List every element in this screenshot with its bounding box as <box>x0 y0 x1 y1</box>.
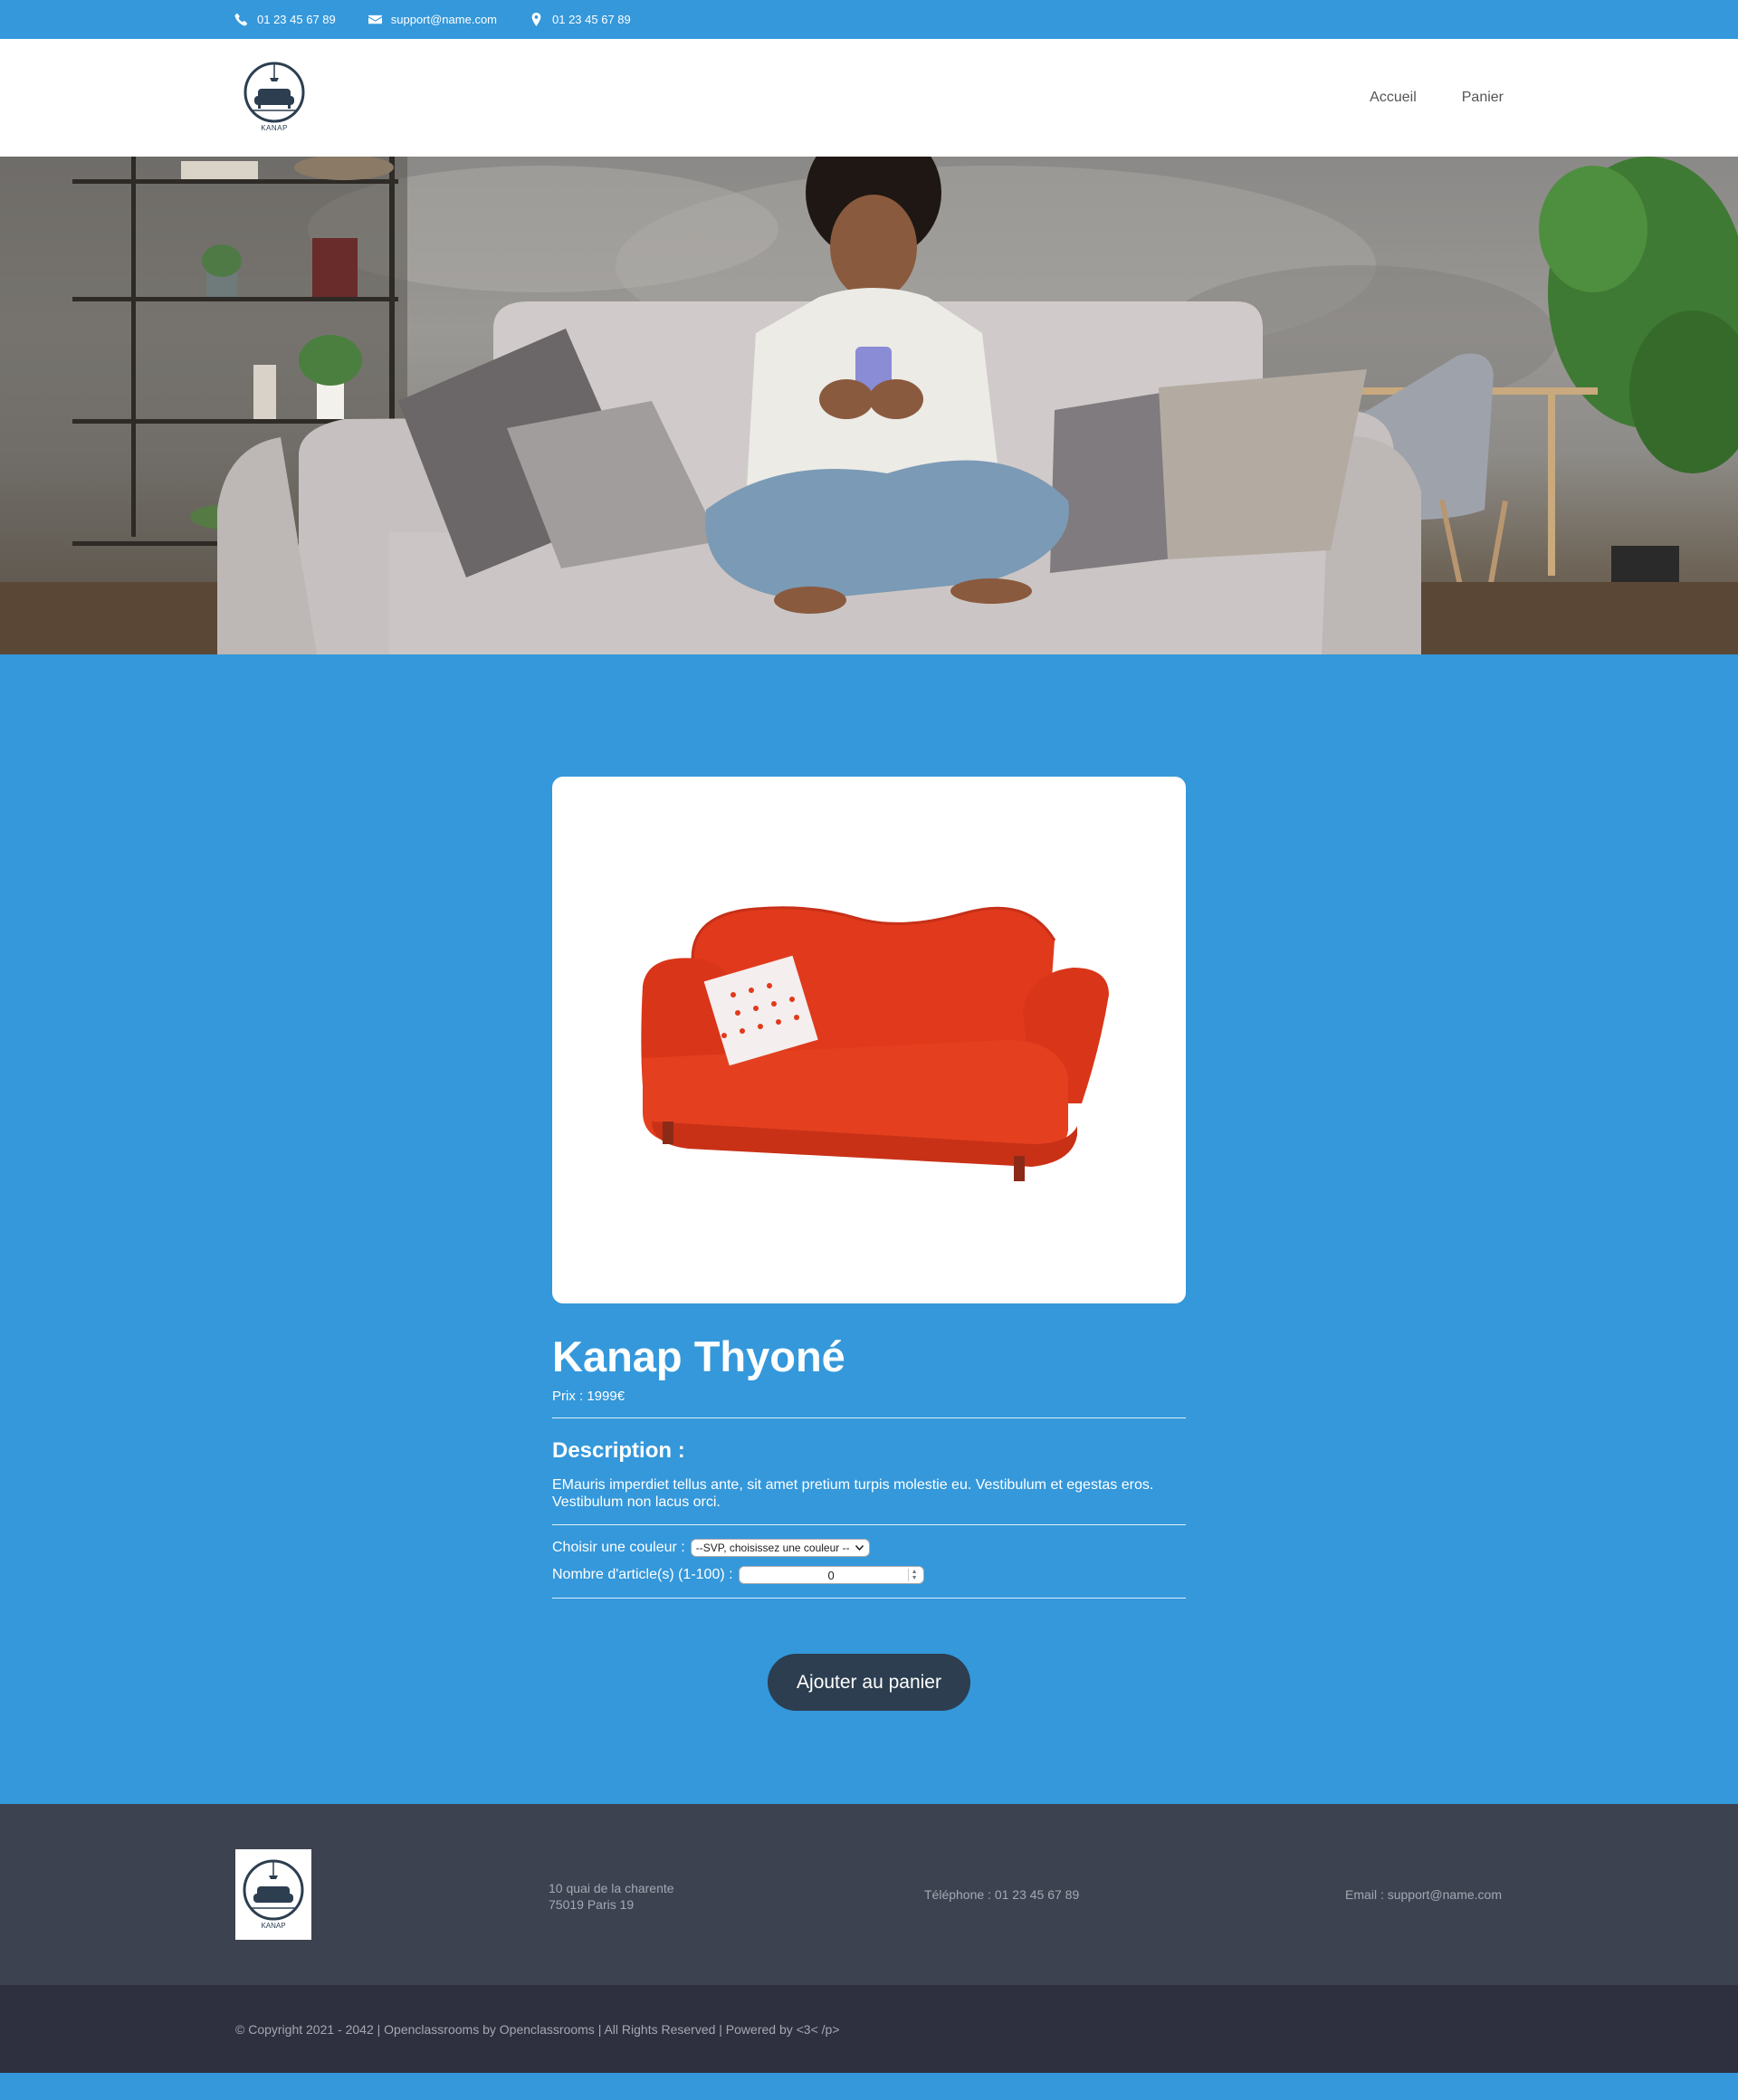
footer-telephone: Téléphone : 01 23 45 67 89 <box>924 1887 1080 1902</box>
divider <box>552 1598 1186 1599</box>
phone-icon <box>234 13 248 26</box>
contact-email-text: support@name.com <box>390 13 497 26</box>
quantity-stepper[interactable]: ▲ ▼ <box>907 1569 921 1581</box>
contact-phone-text: 01 23 45 67 89 <box>257 13 336 26</box>
color-select-value: --SVP, choisissez une couleur -- <box>695 1542 850 1554</box>
quantity-row: Nombre d'article(s) (1-100) : 0 ▲ ▼ <box>552 1566 1186 1584</box>
kanap-logo-icon <box>244 62 305 123</box>
footer-logo: KANAP <box>235 1849 311 1940</box>
footer-address: 10 quai de la charente 75019 Paris 19 <box>549 1880 674 1913</box>
stepper-up-icon[interactable]: ▲ <box>912 1569 918 1575</box>
contact-phone[interactable]: 01 23 45 67 89 <box>234 13 336 26</box>
description-title: Description : <box>552 1438 685 1463</box>
add-to-cart-button[interactable]: Ajouter au panier <box>768 1654 970 1711</box>
site-footer: KANAP 10 quai de la charente 75019 Paris… <box>0 1804 1738 1985</box>
description-text: EMauris imperdiet tellus ante, sit amet … <box>552 1477 1154 1510</box>
main-nav: Accueil Panier <box>1370 90 1504 106</box>
address-line1: 10 quai de la charente <box>549 1881 674 1895</box>
nav-accueil[interactable]: Accueil <box>1370 90 1417 106</box>
product-title: Kanap Thyoné <box>552 1332 845 1380</box>
footer-email: Email : support@name.com <box>1345 1887 1502 1902</box>
product-price: Prix : 1999€ <box>552 1389 625 1404</box>
footer-logo-text: KANAP <box>261 1922 286 1930</box>
hero-illustration <box>0 157 1738 654</box>
quantity-input[interactable]: 0 ▲ ▼ <box>738 1566 924 1584</box>
kanap-logo-icon <box>243 1859 304 1921</box>
address-line2: 75019 Paris 19 <box>549 1897 635 1912</box>
product-section: Kanap Thyoné Prix : 1999€ Description : … <box>0 654 1738 1804</box>
copyright-bar: © Copyright 2021 - 2042 | Openclassrooms… <box>0 1985 1738 2073</box>
color-select[interactable]: --SVP, choisissez une couleur -- <box>690 1539 870 1557</box>
product-image-card <box>552 777 1186 1303</box>
contact-email[interactable]: support@name.com <box>368 13 497 26</box>
red-sofa-image <box>641 906 1109 1181</box>
contact-location[interactable]: 01 23 45 67 89 <box>530 13 631 26</box>
divider <box>552 1524 1186 1525</box>
site-header: KANAP Accueil Panier <box>0 39 1738 157</box>
contact-bar: 01 23 45 67 89 support@name.com 01 23 45… <box>0 0 1738 39</box>
product-info: Kanap Thyoné Prix : 1999€ Description : … <box>552 1335 1186 1612</box>
map-marker-icon <box>531 13 541 26</box>
color-row: Choisir une couleur : --SVP, choisissez … <box>552 1539 1186 1557</box>
hero-banner <box>0 157 1738 654</box>
quantity-label: Nombre d'article(s) (1-100) : <box>552 1567 733 1582</box>
chevron-down-icon <box>855 1545 864 1551</box>
nav-panier[interactable]: Panier <box>1462 90 1504 106</box>
logo-text: KANAP <box>261 124 288 132</box>
stepper-down-icon[interactable]: ▼ <box>912 1575 918 1581</box>
envelope-icon <box>368 14 382 24</box>
color-label: Choisir une couleur : <box>552 1540 685 1555</box>
kanap-logo[interactable]: KANAP <box>243 62 306 134</box>
quantity-value: 0 <box>827 1568 835 1582</box>
copyright-text: © Copyright 2021 - 2042 | Openclassrooms… <box>235 2021 840 2037</box>
contact-location-text: 01 23 45 67 89 <box>552 13 631 26</box>
